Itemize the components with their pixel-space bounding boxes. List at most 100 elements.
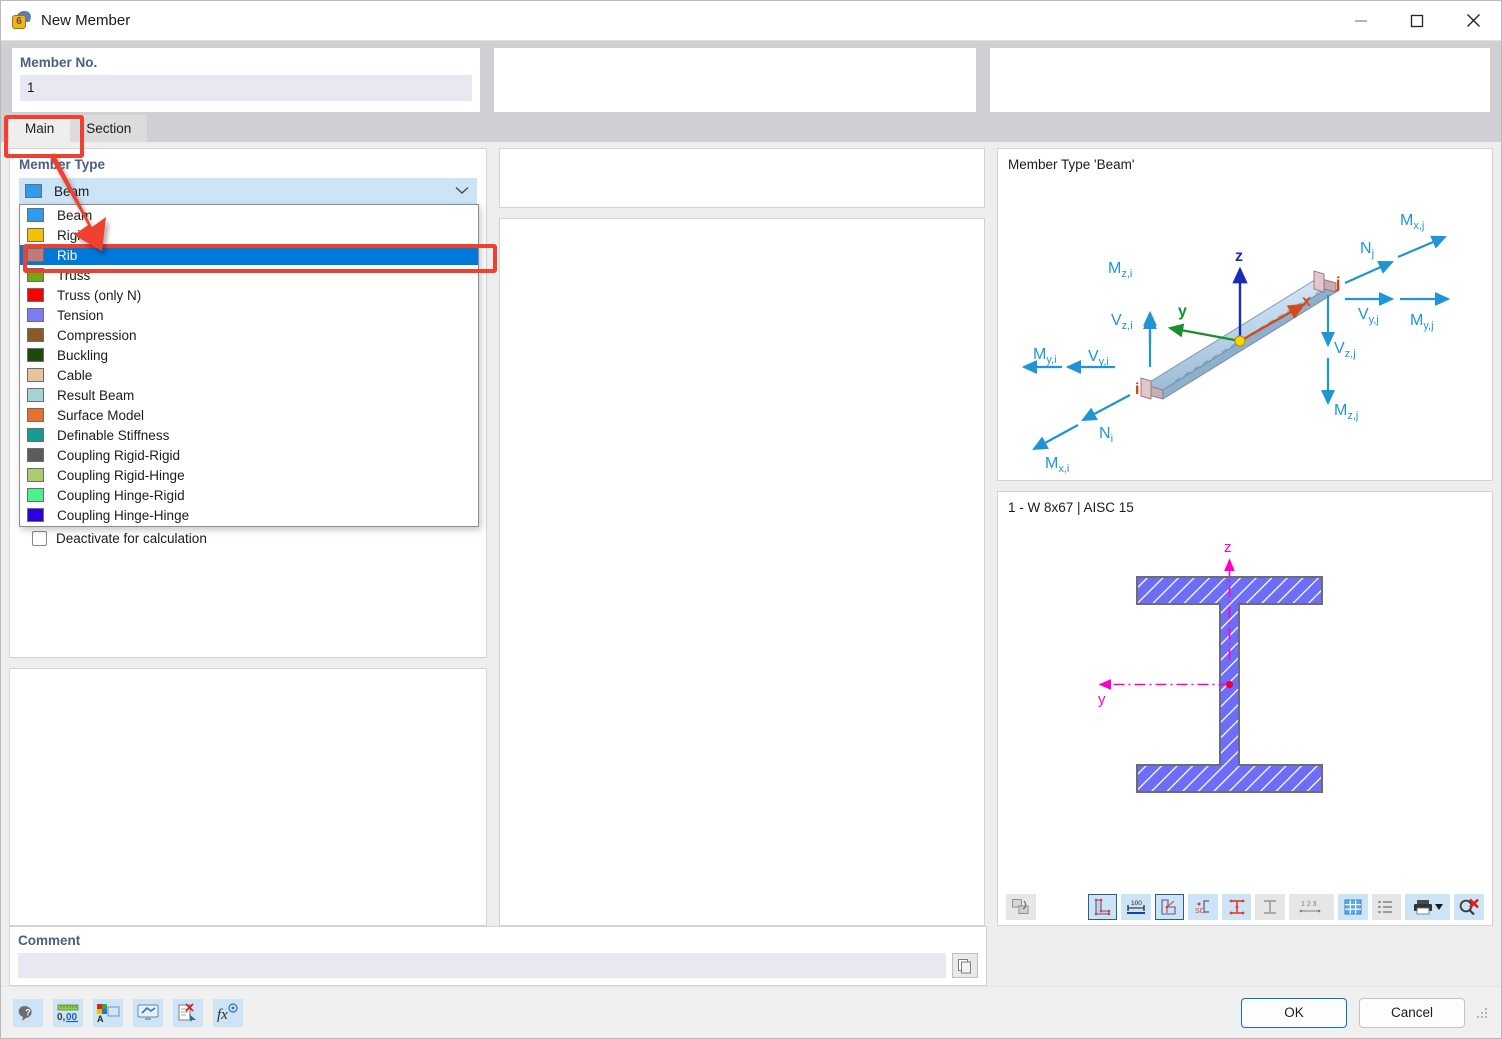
member-no-input[interactable]: 1 <box>20 75 472 101</box>
formula-icon[interactable]: fx <box>213 999 243 1027</box>
svg-text:Mx,i: Mx,i <box>1045 455 1069 473</box>
member-type-option[interactable]: Coupling Hinge-Hinge <box>20 505 478 525</box>
svg-text:Vy,i: Vy,i <box>1088 348 1109 368</box>
member-type-option-label: Definable Stiffness <box>57 428 169 443</box>
svg-text:Mx,j: Mx,j <box>1400 212 1424 232</box>
deactivate-checkbox[interactable] <box>32 531 47 546</box>
section-plain-icon[interactable] <box>1255 894 1285 920</box>
svg-text:j: j <box>1335 275 1340 292</box>
member-type-option-swatch <box>27 488 44 502</box>
member-type-option-label: Coupling Hinge-Rigid <box>57 488 185 503</box>
member-type-option[interactable]: Compression <box>20 325 478 345</box>
svg-text:SC: SC <box>1195 908 1205 915</box>
title-bar: 6 New Member <box>1 1 1501 41</box>
chevron-down-icon <box>455 184 469 198</box>
tab-main[interactable]: Main <box>9 115 70 142</box>
member-type-option[interactable]: Surface Model <box>20 405 478 425</box>
stress-points-icon[interactable] <box>1222 894 1252 920</box>
member-type-option-swatch <box>27 328 44 342</box>
member-type-option-label: Compression <box>57 328 137 343</box>
resize-grip[interactable] <box>1475 1006 1489 1020</box>
member-type-option[interactable]: Cable <box>20 365 478 385</box>
header-strip: Member No. 1 <box>1 41 1501 113</box>
svg-text:My,i: My,i <box>1033 346 1057 366</box>
member-type-option[interactable]: Rigid <box>20 225 478 245</box>
comment-bar: Comment <box>1 926 1501 986</box>
svg-text:Ni: Ni <box>1099 425 1113 445</box>
cancel-button[interactable]: Cancel <box>1359 998 1465 1028</box>
table-list-icon[interactable] <box>1372 894 1402 920</box>
member-type-option-label: Cable <box>57 368 92 383</box>
member-type-option-label: Surface Model <box>57 408 144 423</box>
close-button[interactable] <box>1445 1 1501 41</box>
svg-text:Vz,j: Vz,j <box>1334 340 1356 360</box>
numbering-icon[interactable]: 1 2 3 <box>1289 894 1334 920</box>
section-title: 1 - W 8x67 | AISC 15 <box>1008 500 1492 515</box>
member-type-option-label: Tension <box>57 308 104 323</box>
member-type-option-swatch <box>27 228 44 242</box>
member-type-option-label: Coupling Hinge-Hinge <box>57 508 189 523</box>
member-type-option-swatch <box>27 508 44 522</box>
member-type-option[interactable]: Truss <box>20 265 478 285</box>
member-type-option[interactable]: Truss (only N) <box>20 285 478 305</box>
tab-section[interactable]: Section <box>70 115 147 142</box>
help-icon[interactable]: ? <box>13 999 43 1027</box>
svg-text:My,j: My,j <box>1410 312 1434 332</box>
section-outline-icon[interactable] <box>1088 894 1118 920</box>
member-type-option[interactable]: Beam <box>20 205 478 225</box>
footer-icon-group: ? 0,00 A fx <box>13 999 1229 1027</box>
svg-text:x: x <box>1302 293 1311 310</box>
member-type-option-swatch <box>27 268 44 282</box>
section-axis-y-label: y <box>1098 691 1106 708</box>
visual-icon[interactable] <box>133 999 163 1027</box>
clear-icon[interactable] <box>173 999 203 1027</box>
member-type-label: Member Type <box>19 157 477 172</box>
svg-text:Vz,i: Vz,i <box>1111 312 1133 332</box>
member-type-combobox[interactable]: Beam <box>19 178 477 204</box>
member-type-option-swatch <box>27 388 44 402</box>
header-card-right <box>989 47 1491 113</box>
swap-view-icon[interactable] <box>1006 894 1036 920</box>
section-toolbar: 100 SC 1 2 3 <box>998 889 1492 925</box>
svg-text:?: ? <box>25 1007 31 1017</box>
comment-input[interactable] <box>18 953 946 978</box>
member-type-option[interactable]: Tension <box>20 305 478 325</box>
member-type-option[interactable]: Buckling <box>20 345 478 365</box>
member-type-option[interactable]: Result Beam <box>20 385 478 405</box>
units-icon[interactable]: 0,00 <box>53 999 83 1027</box>
maximize-button[interactable] <box>1389 1 1445 41</box>
svg-text:Mz,i: Mz,i <box>1108 260 1132 280</box>
member-type-dropdown[interactable]: BeamRigidRibTruss Truss (only N) Tension Co… <box>19 204 479 527</box>
member-type-option[interactable]: Rib <box>20 245 478 265</box>
deactivate-label: Deactivate for calculation <box>56 531 207 546</box>
comment-card: Comment <box>9 926 987 986</box>
shear-center-icon[interactable]: SC <box>1188 894 1218 920</box>
display-properties-icon[interactable]: A <box>93 999 123 1027</box>
member-type-option-label: Coupling Rigid-Rigid <box>57 448 180 463</box>
right-column: Member Type 'Beam' <box>997 148 1493 926</box>
deactivate-row[interactable]: Deactivate for calculation <box>32 531 207 546</box>
svg-text:Vy,j: Vy,j <box>1358 306 1379 326</box>
member-type-option[interactable]: Definable Stiffness <box>20 425 478 445</box>
member-diagram-panel: Member Type 'Beam' <box>997 148 1493 481</box>
member-type-option[interactable]: Coupling Rigid-Hinge <box>20 465 478 485</box>
dimensions-icon[interactable]: 100 <box>1121 894 1151 920</box>
member-type-option-label: Result Beam <box>57 388 134 403</box>
minimize-button[interactable] <box>1333 1 1389 41</box>
tab-bar: Main Section <box>1 113 1501 142</box>
dialog-body: Member Type Beam BeamRigidRibTrussTruss … <box>1 142 1501 926</box>
window-controls <box>1333 1 1501 41</box>
comment-row <box>18 953 978 978</box>
member-type-option-label: Truss (only N) <box>57 288 141 303</box>
member-type-value: Beam <box>54 184 455 199</box>
member-type-option[interactable]: Coupling Rigid-Rigid <box>20 445 478 465</box>
member-forces-diagram: z y x i j Mz,i Vz,i Vy,i <box>1000 173 1480 473</box>
member-type-option[interactable]: Coupling Hinge-Rigid <box>20 485 478 505</box>
copy-icon[interactable] <box>952 953 978 978</box>
print-icon[interactable] <box>1405 894 1450 920</box>
axes-system-icon[interactable] <box>1155 894 1185 920</box>
grid-icon[interactable] <box>1338 894 1368 920</box>
ok-button[interactable]: OK <box>1241 998 1347 1028</box>
member-no-label: Member No. <box>20 55 472 70</box>
clear-selection-icon[interactable] <box>1454 894 1484 920</box>
